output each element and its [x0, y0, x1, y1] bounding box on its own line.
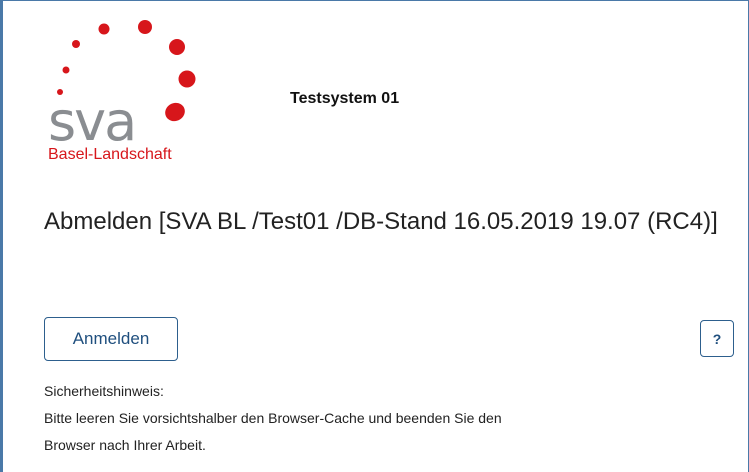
- notice-heading: Sicherheitshinweis:: [44, 383, 164, 399]
- login-button[interactable]: Anmelden: [44, 317, 178, 361]
- sva-logo-graphic: sva Basel-Landschaft: [48, 20, 196, 163]
- sva-logo: sva Basel-Landschaft: [44, 14, 234, 164]
- system-title: Testsystem 01: [290, 90, 400, 107]
- notice-text-line2: Browser nach Ihrer Arbeit.: [44, 437, 206, 453]
- notice-text-line1: Bitte leeren Sie vorsichtshalber den Bro…: [44, 410, 502, 426]
- security-notice: Sicherheitshinweis: Bitte leeren Sie vor…: [44, 378, 734, 459]
- page-title: Abmelden [SVA BL /Test01 /DB-Stand 16.05…: [44, 208, 718, 235]
- help-button[interactable]: ?: [700, 320, 734, 357]
- logo-subtitle: Basel-Landschaft: [48, 146, 172, 163]
- logo-wordmark: sva: [48, 90, 135, 153]
